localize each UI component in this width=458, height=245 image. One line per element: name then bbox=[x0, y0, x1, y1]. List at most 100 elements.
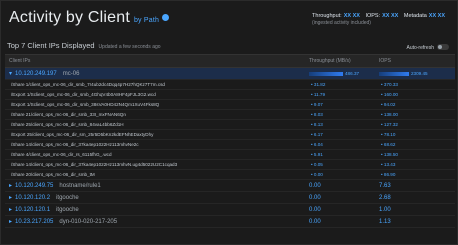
throughput-value: • 6.17 bbox=[311, 132, 323, 137]
iops-value: XX XX bbox=[382, 13, 399, 19]
iops-value: • 86.90 bbox=[381, 172, 396, 177]
chevron-right-icon[interactable]: ▸ bbox=[9, 195, 12, 201]
auto-refresh-label: Auto-refresh bbox=[406, 45, 434, 51]
throughput-value: • 31.82 bbox=[311, 82, 326, 87]
throughput-value: • 11.79 bbox=[311, 92, 326, 97]
iops-label: IOPS: bbox=[365, 13, 381, 19]
throughput-cell: • 0.00 bbox=[311, 172, 381, 177]
iops-cell: • 160.00 bbox=[381, 92, 451, 97]
path-row[interactable]: /Share 21/client_ops_mc-06_dir_smb_33I_m… bbox=[5, 110, 455, 120]
throughput-value: • 5.91 bbox=[311, 152, 323, 157]
iops-value: 1.13 bbox=[379, 218, 391, 225]
throughput-value: • 9.07 bbox=[311, 102, 323, 107]
throughput-value: 0.00 bbox=[309, 182, 321, 189]
client-cell: ▸ 10.120.120.1 itgooche bbox=[5, 206, 309, 213]
by-path-link[interactable]: by Path bbox=[134, 17, 159, 24]
metadata-label: Metadata bbox=[403, 13, 427, 19]
client-row[interactable]: ▸ 10.120.120.2 itgooche 0.00 2.68 bbox=[5, 192, 455, 204]
iops-value: • 78.10 bbox=[381, 132, 396, 137]
client-hostname: dyn-010-020-217-205 bbox=[59, 219, 118, 225]
throughput-value: 0.00 bbox=[309, 218, 321, 225]
iops-bar bbox=[379, 71, 409, 76]
iops-cell: • 13.43 bbox=[381, 162, 451, 167]
client-ip[interactable]: 10.120.249.75 bbox=[15, 183, 53, 189]
throughput-cell: • 9.07 bbox=[311, 102, 381, 107]
path-row[interactable]: /Share 14/client_ops_mc-06_dir_37ka4ep10… bbox=[5, 160, 455, 170]
path-row[interactable]: /Share 20/client_ops_mc-06_dir_smb_tM • 0… bbox=[5, 170, 455, 180]
iops-value: • 94.02 bbox=[381, 102, 396, 107]
throughput-cell: • 11.79 bbox=[311, 92, 381, 97]
client-ip[interactable]: 10.23.217.205 bbox=[15, 219, 53, 225]
path-name: /Share 25/client_ops_mc-06_dir_smb_84vaL… bbox=[11, 122, 124, 127]
throughput-value: • 0.00 bbox=[311, 172, 323, 177]
updated-timestamp: Updated a few seconds ago bbox=[98, 44, 161, 50]
path-row[interactable]: /Export 1/Sclient_ops_mc-06_dir_smb_4Ghq… bbox=[5, 90, 455, 100]
client-hostname: itgooche bbox=[56, 207, 79, 213]
throughput-cell: 0.00 bbox=[309, 183, 379, 189]
iops-value: • 160.00 bbox=[381, 92, 398, 97]
column-header-client-ips[interactable]: Client IPs bbox=[5, 58, 309, 64]
chevron-right-icon[interactable]: ▸ bbox=[9, 207, 12, 213]
throughput-cell: 486.37 bbox=[309, 71, 379, 76]
path-row[interactable]: /Share 1/client_ops_mc-06_dir_smb_7r4ub2… bbox=[5, 80, 455, 90]
path-name: /Share 20/client_ops_mc-06_dir_smb_tM bbox=[11, 172, 95, 177]
chevron-down-icon[interactable]: ▾ bbox=[9, 71, 12, 77]
iops-cell: • 68.62 bbox=[381, 142, 451, 147]
path-row[interactable]: /Export 1/Sclient_ops_mc-06_dir_smb_38sV… bbox=[5, 100, 455, 110]
client-ip[interactable]: 10.120.120.1 bbox=[15, 207, 50, 213]
throughput-cell: • 8.03 bbox=[311, 112, 381, 117]
client-row[interactable]: ▸ 10.120.249.75 hostname/rule1 0.00 7.63 bbox=[5, 180, 455, 192]
iops-cell: 1.13 bbox=[379, 219, 449, 225]
table-header: Client IPs Throughput (MB/s) IOPS bbox=[5, 54, 455, 68]
path-name: /Export 25/client_ops_mc-06_dir_sm_25r5D… bbox=[11, 132, 154, 137]
throughput-value: • 8.03 bbox=[311, 112, 323, 117]
iops-cell: • 127.32 bbox=[381, 122, 451, 127]
column-header-throughput[interactable]: Throughput (MB/s) bbox=[309, 58, 379, 64]
client-cell: ▸ 10.120.120.2 itgooche bbox=[5, 194, 309, 201]
client-cell: ▾ 10.120.249.197 mc-06 bbox=[5, 70, 309, 77]
table-caption: Top 7 Client IPs Displayed Updated a few … bbox=[7, 41, 161, 50]
iops-cell: 2309.45 bbox=[379, 71, 449, 76]
throughput-cell: • 6.17 bbox=[311, 132, 381, 137]
column-header-iops[interactable]: IOPS bbox=[379, 58, 449, 64]
iops-value: • 68.62 bbox=[381, 142, 396, 147]
auto-refresh-toggle[interactable] bbox=[437, 44, 449, 50]
iops-cell: • 370.33 bbox=[381, 82, 451, 87]
throughput-cell: • 0.05 bbox=[311, 162, 381, 167]
client-hostname: hostname/rule1 bbox=[59, 183, 101, 189]
chevron-right-icon[interactable]: ▸ bbox=[9, 183, 12, 189]
table-body: ▾ 10.120.249.197 mc-06 486.37 2309.45/Share … bbox=[5, 68, 455, 228]
client-row[interactable]: ▾ 10.120.249.197 mc-06 486.37 2309.45 bbox=[5, 68, 455, 80]
path-row[interactable]: /Share 14/client_ops_mc-06_dir_37ka4ep10… bbox=[5, 140, 455, 150]
client-ip[interactable]: 10.120.120.2 bbox=[15, 195, 50, 201]
auto-refresh-control[interactable]: Auto-refresh bbox=[406, 44, 449, 51]
iops-cell: 7.63 bbox=[379, 183, 449, 189]
path-row[interactable]: /Share 4/client_ops_mc-06_dir_rs_6115fhG… bbox=[5, 150, 455, 160]
info-icon[interactable] bbox=[162, 14, 170, 21]
title-text: Activity by Client bbox=[9, 9, 130, 26]
iops-cell: 2.68 bbox=[379, 195, 449, 201]
path-row[interactable]: /Share 25/client_ops_mc-06_dir_smb_84vaL… bbox=[5, 120, 455, 130]
throughput-label: Throughput: bbox=[312, 13, 342, 19]
throughput-value: XX XX bbox=[343, 13, 360, 19]
client-ip[interactable]: 10.120.249.197 bbox=[15, 71, 57, 77]
client-row[interactable]: ▸ 10.23.217.205 dyn-010-020-217-205 0.00 1.1… bbox=[5, 216, 455, 228]
iops-value: • 127.32 bbox=[381, 122, 398, 127]
activity-stats: Throughput: XX XX IOPS: XX XX Metadata XX X… bbox=[312, 13, 449, 26]
throughput-value: 486.37 bbox=[345, 71, 360, 76]
path-row[interactable]: /Export 25/client_ops_mc-06_dir_sm_25r5D… bbox=[5, 130, 455, 140]
throughput-bar bbox=[309, 71, 343, 76]
throughput-cell: • 5.91 bbox=[311, 152, 381, 157]
throughput-cell: 0.00 bbox=[309, 195, 379, 201]
chevron-right-icon[interactable]: ▸ bbox=[9, 219, 12, 225]
iops-value: 2309.45 bbox=[411, 71, 428, 76]
panel-header: Activity by Client by Path Throughput: XX … bbox=[1, 1, 457, 33]
client-row[interactable]: ▸ 10.120.120.1 itgooche 0.00 1.00 bbox=[5, 204, 455, 216]
activity-by-client-panel: Activity by Client by Path Throughput: XX … bbox=[0, 0, 458, 245]
client-cell: ▸ 10.120.249.75 hostname/rule1 bbox=[5, 182, 309, 189]
throughput-cell: • 31.82 bbox=[311, 82, 381, 87]
iops-cell: 1.00 bbox=[379, 207, 449, 213]
client-hostname: mc-06 bbox=[62, 71, 80, 77]
iops-value: 2.68 bbox=[379, 194, 391, 201]
iops-cell: • 138.00 bbox=[381, 112, 451, 117]
